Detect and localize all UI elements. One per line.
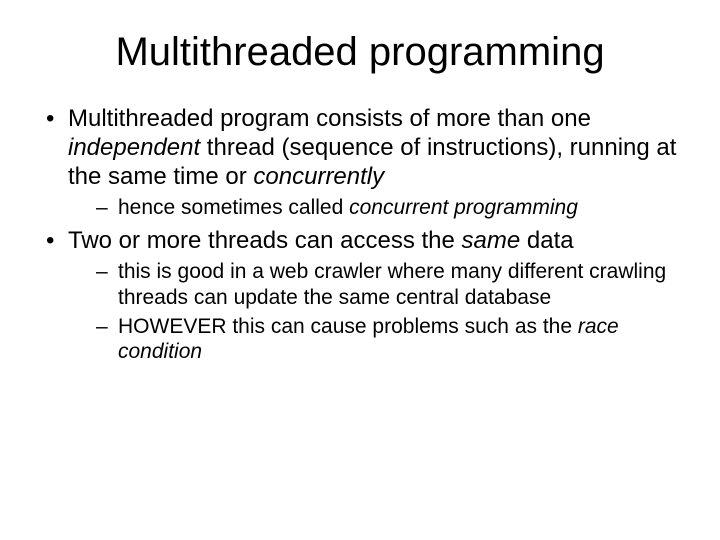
slide-title: Multithreaded programming [40, 30, 680, 75]
bullet-1-sublist: hence sometimes called concurrent progra… [68, 195, 680, 220]
bullet-1-sub-1-italic: concurrent programming [349, 196, 578, 219]
bullet-2: Two or more threads can access the same … [40, 227, 680, 365]
bullet-1-italic-concurrently: concurrently [253, 163, 384, 190]
slide: Multithreaded programming Multithreaded … [0, 0, 720, 540]
bullet-list: Multithreaded program consists of more t… [40, 105, 680, 364]
bullet-2-sub-1: this is good in a web crawler where many… [68, 259, 680, 309]
bullet-1-text-pre: Multithreaded program consists of more t… [68, 105, 591, 132]
bullet-2-text-pre: Two or more threads can access the [68, 227, 462, 254]
bullet-1-italic-independent: independent [68, 134, 200, 161]
bullet-1-sub-1: hence sometimes called concurrent progra… [68, 195, 680, 220]
bullet-2-sublist: this is good in a web crawler where many… [68, 259, 680, 364]
bullet-2-sub-2: HOWEVER this can cause problems such as … [68, 314, 680, 364]
bullet-2-sub-2-pre: HOWEVER this can cause problems such as … [118, 315, 578, 338]
bullet-1: Multithreaded program consists of more t… [40, 105, 680, 221]
bullet-2-text-post: data [520, 227, 573, 254]
bullet-2-italic-same: same [462, 227, 521, 254]
bullet-1-sub-1-pre: hence sometimes called [118, 196, 349, 219]
